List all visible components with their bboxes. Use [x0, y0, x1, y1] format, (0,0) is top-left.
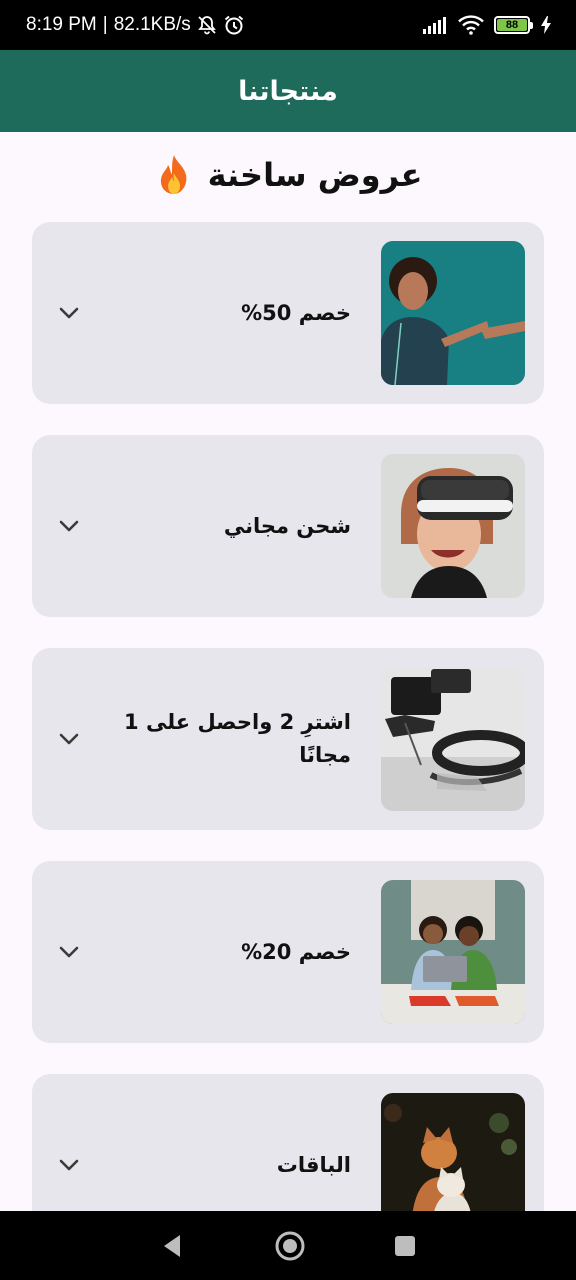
offer-thumbnail-couple-laptop — [381, 880, 525, 1024]
offer-title: خصم 20% — [241, 939, 351, 964]
battery-level: 88 — [497, 19, 527, 31]
network-speed: 82.1KB/s — [113, 14, 191, 35]
status-right: 88 — [422, 15, 552, 35]
offer-card-buy-2-get-1[interactable]: اشترِ 2 واحصل على 1 مجانًا — [32, 648, 544, 830]
battery-icon: 88 — [494, 16, 533, 34]
bell-off-icon — [197, 16, 216, 35]
chevron-down-icon[interactable] — [56, 939, 82, 965]
status-bar: 8:19 PM | 82.1KB/s 88 — [0, 0, 576, 50]
alarm-icon — [224, 15, 243, 35]
recents-icon[interactable] — [392, 1233, 418, 1259]
offer-card-discount-20[interactable]: خصم 20% — [32, 861, 544, 1043]
offer-thumbnail-cats — [381, 1093, 525, 1211]
chevron-down-icon[interactable] — [56, 726, 82, 752]
offer-title: اشترِ 2 واحصل على 1 مجانًا — [124, 710, 351, 767]
app-bar-title: منتجاتنا — [238, 75, 338, 107]
offer-card-discount-50[interactable]: خصم 50% — [32, 222, 544, 404]
offers-list[interactable]: عروض ساخنة خصم 50% شحن مجاني اشترِ 2 واح… — [0, 132, 576, 1211]
offer-thumbnail-man-pointing — [381, 241, 525, 385]
fire-icon — [160, 155, 186, 194]
signal-icon — [423, 17, 446, 34]
back-icon[interactable] — [158, 1231, 188, 1261]
chevron-down-icon[interactable] — [56, 513, 82, 539]
system-nav-bar — [0, 1211, 576, 1280]
chevron-down-icon[interactable] — [56, 1152, 82, 1178]
offer-title: خصم 50% — [241, 300, 351, 325]
offer-title: الباقات — [276, 1152, 351, 1177]
section-header: عروض ساخنة — [0, 150, 576, 200]
status-time: 8:19 PM — [26, 14, 97, 35]
wifi-icon — [458, 15, 484, 35]
offer-thumbnail-ar-headset — [381, 667, 525, 811]
section-title: عروض ساخنة — [207, 156, 423, 194]
status-separator: | — [102, 14, 108, 35]
app-bar: منتجاتنا — [0, 50, 576, 132]
offer-card-free-shipping[interactable]: شحن مجاني — [32, 435, 544, 617]
offer-thumbnail-woman-vr-headset — [381, 454, 525, 598]
charging-icon — [541, 16, 551, 34]
offer-card-bundles[interactable]: الباقات — [32, 1074, 544, 1211]
offer-title: شحن مجاني — [223, 513, 351, 538]
chevron-down-icon[interactable] — [56, 300, 82, 326]
home-icon[interactable] — [274, 1230, 306, 1262]
status-left: 8:19 PM | 82.1KB/s — [26, 14, 245, 36]
